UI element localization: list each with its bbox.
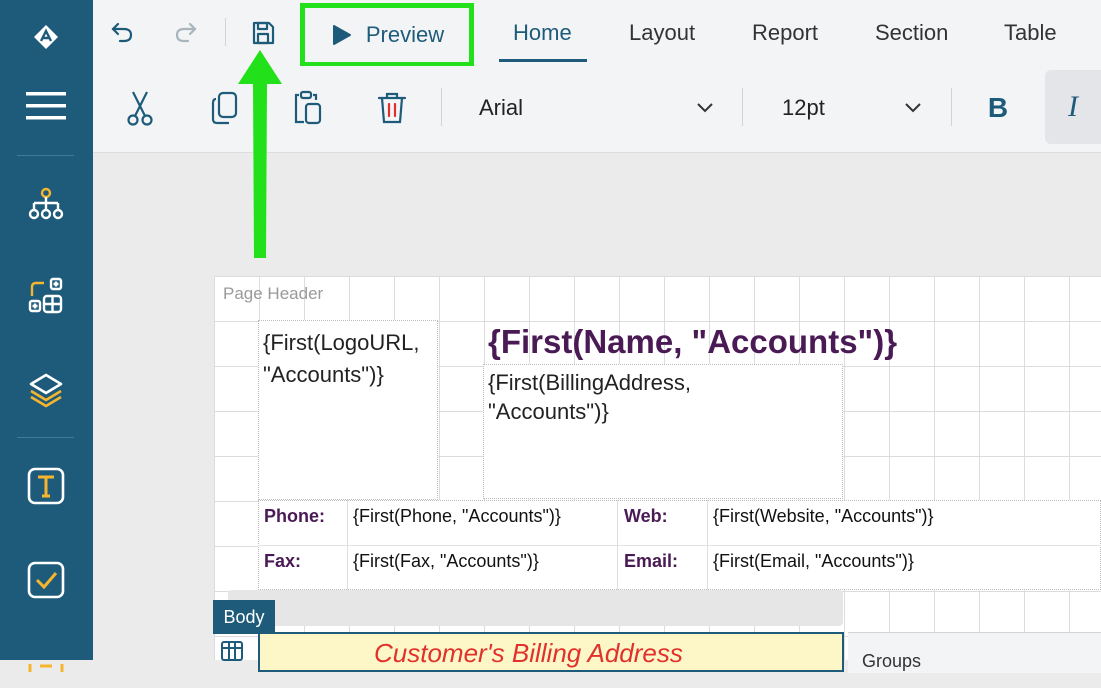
fax-label[interactable]: Fax: [264, 551, 301, 572]
paste-icon[interactable] [288, 88, 328, 128]
tab-home-underline [499, 59, 587, 62]
add-components-icon[interactable] [22, 272, 70, 320]
billing-address-header[interactable]: Customer's Billing Address [258, 632, 844, 672]
font-size-value: 12pt [782, 95, 825, 120]
email-label[interactable]: Email: [624, 551, 678, 572]
preview-label: Preview [365, 22, 445, 47]
textbox-icon[interactable] [22, 462, 70, 510]
tab-report[interactable]: Report [752, 20, 818, 46]
toolbar-divider [225, 18, 226, 46]
phone-value[interactable]: {First(Phone, "Accounts")} [353, 506, 561, 527]
page-header-label: Page Header [223, 284, 324, 303]
groups-panel: Groups [848, 632, 1101, 673]
email-value[interactable]: {First(Email, "Accounts")} [713, 551, 914, 572]
layers-icon[interactable] [22, 366, 70, 414]
sidebar [0, 0, 93, 672]
billing-heading: Customer's Billing Address [374, 638, 683, 668]
font-size-select[interactable]: 12pt [770, 88, 932, 128]
hamburger-menu-icon[interactable] [22, 82, 70, 130]
tab-home[interactable]: Home [513, 20, 572, 46]
play-icon [332, 25, 351, 45]
partial-icon[interactable] [22, 640, 70, 688]
italic-button[interactable]: I [1045, 70, 1101, 144]
section-resize-strip[interactable] [228, 590, 843, 626]
sidebar-divider [17, 155, 74, 156]
tab-layout[interactable]: Layout [629, 20, 695, 46]
fax-value[interactable]: {First(Fax, "Accounts")} [353, 551, 539, 572]
address-expression: {First(BillingAddress, "Accounts")} [488, 370, 691, 424]
logo-expression: {First(LogoURL, "Accounts")} [263, 330, 420, 387]
web-label[interactable]: Web: [624, 506, 668, 527]
toolbar-divider [742, 88, 743, 126]
name-expression: {First(Name, "Accounts")} [488, 323, 898, 360]
phone-label[interactable]: Phone: [264, 506, 325, 527]
table-icon[interactable] [216, 638, 248, 662]
field-row-divider [258, 545, 1101, 546]
tab-section[interactable]: Section [875, 20, 948, 46]
checkbox-icon[interactable] [22, 556, 70, 604]
bold-button[interactable]: B [978, 88, 1018, 128]
font-family-value: Arial [479, 95, 524, 120]
annotation-arrow [238, 50, 282, 258]
groups-label[interactable]: Groups [862, 651, 921, 672]
toolbar-divider [951, 88, 952, 126]
sidebar-divider [17, 437, 74, 438]
app-logo-icon[interactable] [22, 13, 70, 61]
chevron-down-icon [697, 103, 713, 113]
web-value[interactable]: {First(Website, "Accounts")} [713, 506, 934, 527]
font-family-select[interactable]: Arial [468, 88, 724, 128]
toolbar-divider [441, 88, 442, 126]
tab-table[interactable]: Table [1004, 20, 1057, 46]
redo-icon[interactable] [170, 16, 202, 48]
preview-button[interactable]: Preview [300, 3, 474, 67]
body-band-label[interactable]: Body [213, 600, 275, 634]
delete-icon[interactable] [372, 88, 412, 128]
cut-icon[interactable] [120, 88, 160, 128]
hierarchy-tree-icon[interactable] [22, 180, 70, 228]
undo-icon[interactable] [106, 16, 138, 48]
chevron-down-icon [905, 103, 921, 113]
